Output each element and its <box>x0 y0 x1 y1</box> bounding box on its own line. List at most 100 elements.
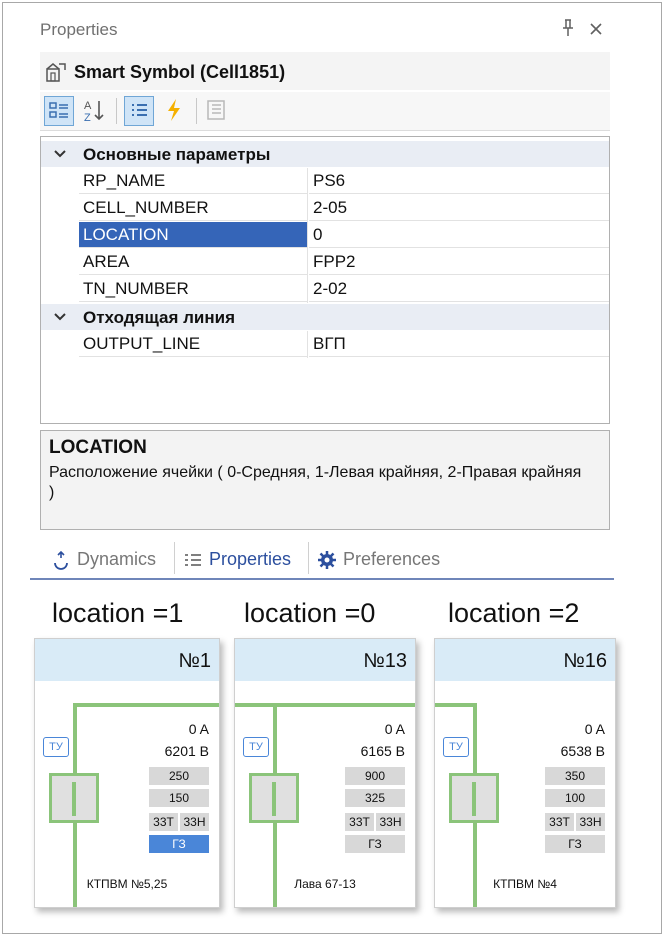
property-key: CELL_NUMBER <box>79 195 307 221</box>
flag-ztt: 33T <box>345 813 374 831</box>
tab-separator <box>174 542 175 574</box>
cell-number: №1 <box>178 650 211 672</box>
example-caption: location =1 <box>52 598 184 628</box>
example-caption: location =2 <box>448 598 580 628</box>
property-value[interactable]: ВГП <box>309 331 609 357</box>
gear-icon <box>318 551 336 570</box>
toolbar-separator <box>196 98 197 124</box>
cell-current: 0 A <box>188 721 209 737</box>
property-key: LOCATION <box>79 222 307 248</box>
cell-footer: КТПВМ №4 <box>493 877 557 891</box>
toolbar-separator <box>116 98 117 124</box>
ty-badge: ТУ <box>243 737 269 757</box>
property-value[interactable]: PS6 <box>309 168 609 194</box>
gz-flag: ГЗ <box>149 835 209 853</box>
object-selector[interactable]: Smart Symbol (Cell1851) <box>40 52 610 90</box>
properties-view-button[interactable] <box>124 96 154 126</box>
property-key: RP_NAME <box>79 168 307 194</box>
breaker-symbol <box>449 773 499 823</box>
cell-footer: КТПВМ №5,25 <box>86 877 168 891</box>
pin-icon[interactable] <box>560 18 576 43</box>
flag-ztt: 33T <box>545 813 574 831</box>
cell-voltage: 6538 B <box>560 743 605 759</box>
cell-value-1: 350 <box>545 767 605 785</box>
property-value[interactable]: 2-02 <box>309 276 609 302</box>
category-label: Отходящая линия <box>83 308 235 327</box>
flag-zzn: 33H <box>376 813 405 831</box>
categorized-icon <box>49 102 68 118</box>
events-button[interactable] <box>160 96 190 126</box>
tab-label: Properties <box>209 549 292 569</box>
category-label: Основные параметры <box>83 145 271 164</box>
object-name: Smart Symbol (Cell1851) <box>74 62 286 82</box>
dynamics-icon <box>54 551 68 571</box>
alphabetical-button[interactable]: A Z <box>80 96 110 126</box>
flag-ztt: 33T <box>149 813 178 831</box>
property-key: AREA <box>79 249 307 275</box>
protection-flags: 33T 33H <box>543 813 605 831</box>
smart-symbol-icon <box>44 60 66 82</box>
cell-value-2: 325 <box>345 789 405 807</box>
ty-badge: ТУ <box>443 737 469 757</box>
tab-properties[interactable]: Properties <box>182 544 291 574</box>
property-pages-button[interactable] <box>202 96 232 126</box>
cell-number: №13 <box>363 650 407 672</box>
property-row[interactable]: CELL_NUMBER 2-05 <box>41 195 609 222</box>
property-row-selected[interactable]: LOCATION 0 <box>41 222 609 249</box>
panel-tabs: Dynamics Properties Preferences <box>40 538 614 580</box>
cell-value-2: 150 <box>149 789 209 807</box>
cell-value-1: 250 <box>149 767 209 785</box>
tab-label: Preferences <box>343 549 441 569</box>
close-icon[interactable] <box>588 18 604 44</box>
events-icon <box>168 99 180 121</box>
alphabetical-icon: A Z <box>84 100 104 124</box>
chevron-down-icon[interactable] <box>53 144 67 166</box>
protection-flags: 33T 33H <box>147 813 209 831</box>
property-value[interactable]: FPP2 <box>309 249 609 275</box>
tab-label: Dynamics <box>77 549 157 569</box>
ty-badge: ТУ <box>43 737 69 757</box>
flag-zzn: 33H <box>576 813 605 831</box>
tab-underline <box>30 578 614 580</box>
svg-text:A: A <box>84 100 92 112</box>
property-value[interactable]: 2-05 <box>309 195 609 221</box>
property-row[interactable]: AREA FPP2 <box>41 249 609 276</box>
property-grid: Основные параметры RP_NAME PS6 CELL_NUMB… <box>40 136 610 424</box>
cell-voltage: 6165 B <box>360 743 405 759</box>
cell-symbol-middle[interactable]: №13 ТУ 0 A 6165 B 900 325 33T 33H ГЗ Лав… <box>234 638 416 908</box>
properties-toolbar: A Z <box>40 92 610 131</box>
breaker-symbol <box>49 773 99 823</box>
categorized-button[interactable] <box>44 96 74 126</box>
cell-number: №16 <box>563 650 607 672</box>
protection-flags: 33T 33H <box>343 813 405 831</box>
panel-titlebar: Properties <box>40 18 610 44</box>
tab-preferences[interactable]: Preferences <box>316 544 440 574</box>
breaker-symbol <box>249 773 299 823</box>
property-pages-icon <box>207 100 225 120</box>
cell-value-1: 900 <box>345 767 405 785</box>
cell-voltage: 6201 B <box>164 743 209 759</box>
property-key: OUTPUT_LINE <box>79 331 307 357</box>
properties-list-icon <box>185 554 201 566</box>
svg-text:Z: Z <box>84 112 91 124</box>
chevron-down-icon[interactable] <box>53 307 67 329</box>
property-row[interactable]: TN_NUMBER 2-02 <box>41 276 609 303</box>
property-row[interactable]: OUTPUT_LINE ВГП <box>41 331 609 358</box>
property-key: TN_NUMBER <box>79 276 307 302</box>
example-caption: location =0 <box>244 598 376 628</box>
cell-current: 0 A <box>584 721 605 737</box>
category-output-line[interactable]: Отходящая линия <box>41 304 609 330</box>
category-main-params[interactable]: Основные параметры <box>41 141 609 167</box>
gz-flag: ГЗ <box>345 835 405 853</box>
description-text: Расположение ячейки ( 0-Средняя, 1-Левая… <box>49 464 582 501</box>
cell-footer: Лава 67-13 <box>294 877 356 891</box>
properties-view-icon <box>132 104 147 116</box>
gz-flag: ГЗ <box>545 835 605 853</box>
tab-dynamics[interactable]: Dynamics <box>50 544 156 574</box>
cell-symbol-right[interactable]: №16 ТУ 0 A 6538 B 350 100 33T 33H ГЗ КТП… <box>434 638 616 908</box>
tab-separator <box>308 542 309 574</box>
cell-current: 0 A <box>384 721 405 737</box>
property-value[interactable]: 0 <box>309 222 609 248</box>
property-row[interactable]: RP_NAME PS6 <box>41 168 609 195</box>
cell-symbol-left[interactable]: №1 ТУ 0 A 6201 B 250 150 33T 33H ГЗ КТПВ… <box>34 638 220 908</box>
